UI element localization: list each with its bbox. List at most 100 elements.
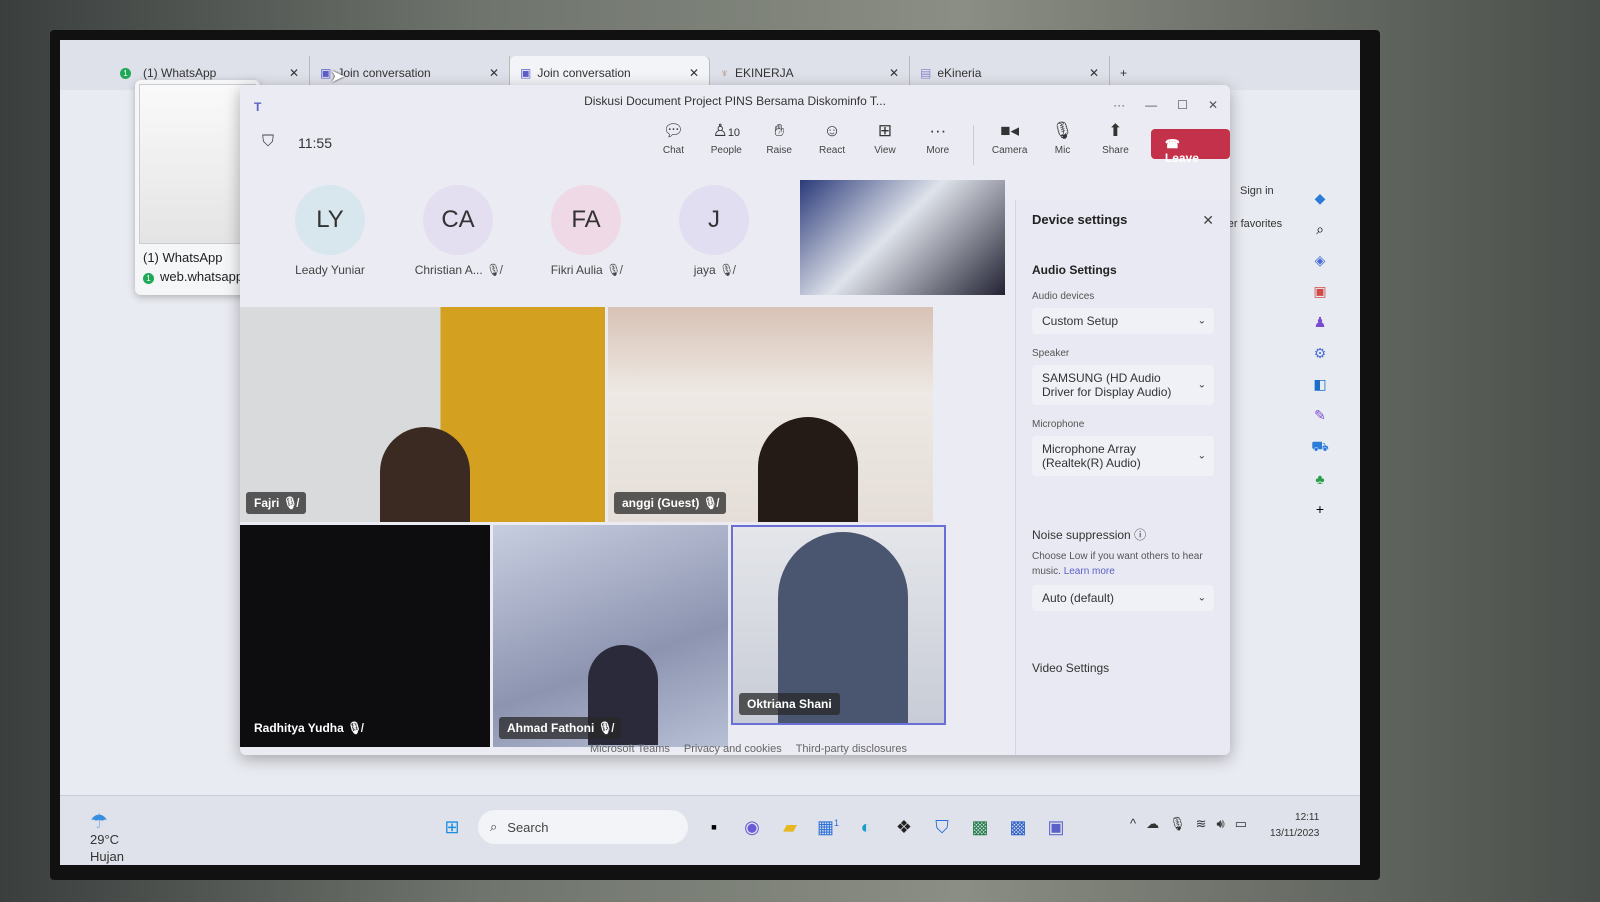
button-label: View <box>874 145 896 156</box>
windows-start-icon[interactable]: ⊞ <box>440 817 464 838</box>
people-icon[interactable]: ♟ <box>1314 314 1327 331</box>
wifi-icon[interactable]: ≋ <box>1196 816 1207 832</box>
participant-avatar[interactable]: Jjaya 🎙︎̸ <box>664 185 764 277</box>
office-icon[interactable]: ⚙ <box>1314 345 1327 362</box>
room-video-thumbnail[interactable] <box>800 180 1005 295</box>
video-settings-heading: Video Settings <box>1032 661 1110 675</box>
more-button[interactable]: ··· More <box>914 121 961 169</box>
clock[interactable]: 12:11 13/11/2023 <box>1270 810 1319 842</box>
close-icon[interactable]: ✕ <box>1202 212 1214 229</box>
search-icon[interactable]: ⌕ <box>1316 221 1324 238</box>
participant-name: Fajri <box>254 496 280 510</box>
video-tile[interactable]: Radhitya Yudha 🎙︎̸ <box>240 525 490 747</box>
url-text: web.whatsapp <box>160 269 244 284</box>
shield-icon[interactable]: ⛉ <box>262 133 274 151</box>
share-button[interactable]: ⬆ Share <box>1092 121 1139 169</box>
taskbar-search[interactable]: ⌕ Search <box>478 810 688 844</box>
mic-button[interactable]: 🎙︎ Mic <box>1039 121 1086 169</box>
taskbar-apps: ⊞ ⌕ Search ▪ ◉ ▰ ▦1 ◐ ❖ ⛉ ▩ ▩ ▣ <box>440 810 1068 844</box>
video-tile[interactable]: anggi (Guest) 🎙︎̸ <box>608 307 933 522</box>
third-party-link[interactable]: Third-party disclosures <box>796 743 907 755</box>
outlook-icon[interactable]: ◧ <box>1313 376 1326 393</box>
close-icon[interactable]: ✕ <box>289 66 299 80</box>
notification-badge: 1 <box>120 67 131 79</box>
task-view-icon[interactable]: ▪ <box>702 817 726 838</box>
microsoft-teams-link[interactable]: Microsoft Teams <box>590 743 670 755</box>
mic-off-icon: 🎙︎̸ <box>347 721 363 735</box>
video-tile[interactable]: Ahmad Fathoni 🎙︎̸ <box>493 525 728 747</box>
close-icon[interactable]: ✕ <box>1089 66 1099 80</box>
participant-avatar[interactable]: LY Leady Yuniar <box>280 185 380 277</box>
tree-icon[interactable]: ♣ <box>1315 471 1324 487</box>
copilot-icon[interactable]: ◆ <box>1315 190 1326 207</box>
privacy-link[interactable]: Privacy and cookies <box>684 743 782 755</box>
avatar: J <box>679 185 749 255</box>
react-button[interactable]: ☺ React <box>809 121 856 169</box>
close-icon[interactable]: ✕ <box>689 66 699 80</box>
teams-icon[interactable]: ▣ <box>1044 817 1068 838</box>
designer-icon[interactable]: ✎ <box>1314 407 1326 424</box>
noise-suppression-select[interactable]: Auto (default) ⌄ <box>1032 585 1214 611</box>
participant-name: Oktriana Shani <box>747 697 832 711</box>
learn-more-link[interactable]: Learn more <box>1064 566 1115 577</box>
date: 13/11/2023 <box>1270 828 1320 839</box>
button-label: Leave <box>1164 151 1199 165</box>
mic-off-icon: 🎙︎̸ <box>282 496 298 510</box>
button-label: Chat <box>662 145 684 156</box>
volume-icon[interactable]: 🔊︎ <box>1217 816 1225 832</box>
tag-icon[interactable]: ◈ <box>1315 252 1326 269</box>
participant-name-tag: Oktriana Shani <box>739 693 840 715</box>
meeting-title: Diskusi Document Project PINS Bersama Di… <box>584 94 886 108</box>
audio-devices-select[interactable]: Custom Setup ⌄ <box>1032 308 1214 334</box>
bitwarden-icon[interactable]: ⛉ <box>930 817 954 838</box>
camera-button[interactable]: ■◂ Camera <box>986 121 1033 169</box>
cloud-icon[interactable]: ☁ <box>1146 816 1159 832</box>
participant-avatar[interactable]: FA Fikri Aulia 🎙︎̸ <box>536 185 636 277</box>
leave-button[interactable]: ☎ Leave <box>1150 129 1230 165</box>
teams-chat-icon[interactable]: ◉ <box>740 817 764 838</box>
video-tile[interactable]: Fajri 🎙︎̸ <box>240 307 605 522</box>
participant-name-tag: Ahmad Fathoni 🎙︎̸ <box>499 717 621 739</box>
toolbox-icon[interactable]: ▣ <box>1313 283 1326 300</box>
participant-avatar[interactable]: CA Christian A... 🎙︎̸ <box>408 185 508 277</box>
chevron-down-icon: ⌄ <box>1197 450 1206 462</box>
microphone-select[interactable]: Microphone Array (Realtek(R) Audio) ⌄ <box>1032 436 1214 476</box>
label-text: Noise suppression <box>1032 528 1131 542</box>
divider <box>973 125 975 165</box>
participant-video <box>758 417 858 522</box>
word-icon[interactable]: ▩ <box>1006 817 1030 838</box>
participant-name: Ahmad Fathoni <box>507 721 595 735</box>
participant-name-tag: Fajri 🎙︎̸ <box>246 492 306 514</box>
mic-icon[interactable]: 🎙︎ <box>1169 816 1186 832</box>
participant-name: jaya <box>693 263 716 277</box>
dropbox-icon[interactable]: ❖ <box>892 817 916 838</box>
add-icon[interactable]: + <box>1316 501 1324 517</box>
edge-icon[interactable]: ◐ <box>854 817 878 838</box>
close-icon[interactable]: ✕ <box>889 66 899 80</box>
people-button[interactable]: ♙10 People <box>703 121 750 169</box>
excel-icon[interactable]: ▩ <box>968 817 992 838</box>
file-explorer-icon[interactable]: ▰ <box>778 817 802 838</box>
chevron-down-icon: ⌄ <box>1197 315 1206 327</box>
store-icon[interactable]: ▦1 <box>816 817 840 838</box>
chevron-up-icon[interactable]: ^ <box>1130 816 1136 832</box>
tab-label: (1) WhatsApp <box>143 66 217 80</box>
chat-button[interactable]: 💬︎ Chat <box>650 121 697 169</box>
shopping-icon[interactable]: ⛟ <box>1311 438 1329 457</box>
sign-in-button[interactable]: Sign in <box>1240 185 1274 197</box>
video-tile-active-speaker[interactable]: Oktriana Shani <box>731 525 946 725</box>
chevron-down-icon: ⌄ <box>1197 592 1206 604</box>
noise-suppression-label: Noise suppression ⓘ <box>1032 526 1214 543</box>
battery-icon[interactable]: ▭ <box>1235 816 1247 832</box>
speaker-select[interactable]: SAMSUNG (HD Audio Driver for Display Aud… <box>1032 365 1214 405</box>
raise-hand-button[interactable]: ✋︎ Raise <box>756 121 803 169</box>
search-placeholder: Search <box>507 819 549 835</box>
button-label: Camera <box>991 145 1028 156</box>
share-icon: ⬆ <box>1108 121 1123 140</box>
close-icon[interactable]: ✕ <box>489 66 499 80</box>
chat-icon: 💬︎ <box>662 121 685 140</box>
info-icon[interactable]: ⓘ <box>1134 528 1146 542</box>
weather-widget[interactable]: ☂ 29°C Hujan <box>90 812 124 865</box>
view-button[interactable]: ⊞ View <box>862 121 909 169</box>
participant-name: anggi (Guest) <box>622 496 700 510</box>
